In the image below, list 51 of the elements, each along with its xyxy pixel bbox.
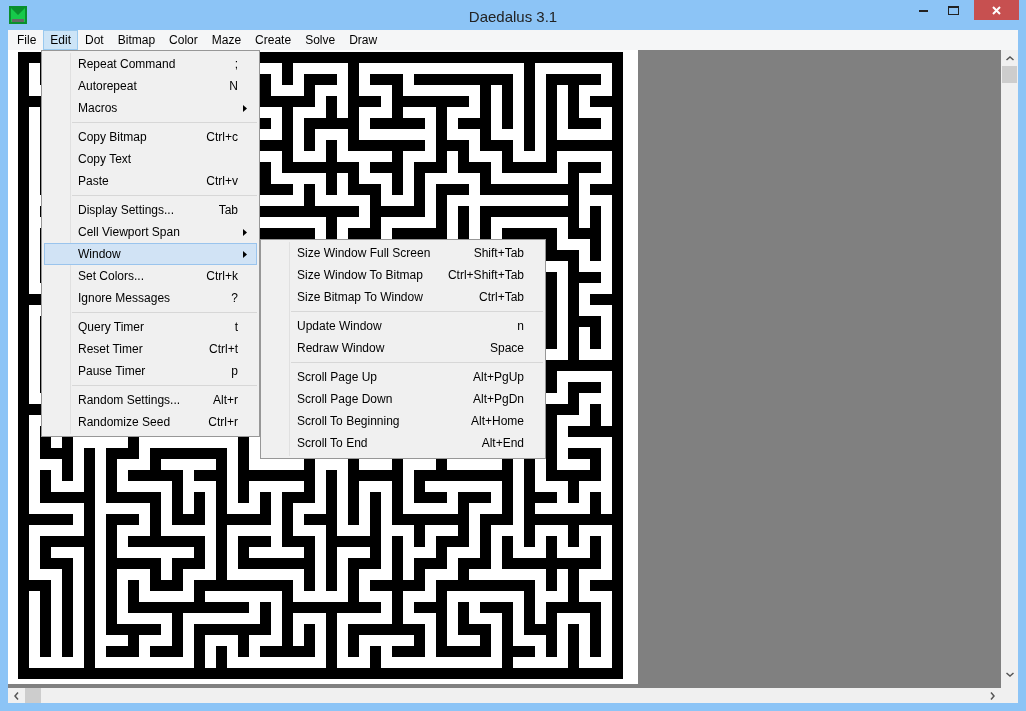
- menu-item[interactable]: Ignore Messages ?: [44, 287, 257, 309]
- menu-bar-item[interactable]: Draw: [342, 30, 385, 50]
- menu-item[interactable]: Copy Bitmap Ctrl+c: [44, 126, 257, 148]
- menu-item[interactable]: Window: [44, 243, 257, 265]
- scrollbar-thumb[interactable]: [1002, 66, 1017, 83]
- menu-item[interactable]: Scroll To End Alt+End: [263, 432, 543, 454]
- scroll-up-icon: [1005, 56, 1014, 61]
- menu-item[interactable]: Size Bitmap To Window Ctrl+Tab: [263, 286, 543, 308]
- menu-item[interactable]: Paste Ctrl+v: [44, 170, 257, 192]
- submenu-arrow-icon: [243, 229, 247, 236]
- menu-bar-item[interactable]: Dot: [78, 30, 111, 50]
- menu-item[interactable]: Random Settings... Alt+r: [44, 389, 257, 411]
- scroll-down-icon: [1005, 672, 1014, 677]
- window-title: Daedalus 3.1: [468, 7, 558, 27]
- menu-item[interactable]: Update Window n: [263, 315, 543, 337]
- scroll-left-icon: [14, 691, 19, 700]
- menu-bar-item[interactable]: Create: [248, 30, 299, 50]
- menu-bar-item[interactable]: Bitmap: [110, 30, 163, 50]
- menu-item[interactable]: Query Timer t: [44, 316, 257, 338]
- menu-item[interactable]: Scroll To Beginning Alt+Home: [263, 410, 543, 432]
- menu-item[interactable]: Randomize Seed Ctrl+r: [44, 411, 257, 433]
- submenu-arrow-icon: [243, 105, 247, 112]
- menu-item[interactable]: Pause Timer p: [44, 360, 257, 382]
- horizontal-scrollbar[interactable]: [8, 684, 1001, 703]
- menu-item[interactable]: Scroll Page Down Alt+PgDn: [263, 388, 543, 410]
- menu-item[interactable]: Cell Viewport Span: [44, 221, 257, 243]
- close-icon: [992, 5, 1001, 15]
- menu-bar-item[interactable]: File: [10, 30, 44, 50]
- menu-item[interactable]: Repeat Command ;: [44, 53, 257, 75]
- vertical-scrollbar[interactable]: [1001, 50, 1018, 703]
- menu-item[interactable]: Reset Timer Ctrl+t: [44, 338, 257, 360]
- app-icon: [9, 6, 27, 24]
- menu-item[interactable]: Size Window Full Screen Shift+Tab: [263, 242, 543, 264]
- menu-bar-item[interactable]: Edit: [43, 30, 79, 50]
- menu-bar-item[interactable]: Solve: [298, 30, 343, 50]
- menu-bar-item[interactable]: Maze: [204, 30, 249, 50]
- menu-item[interactable]: Display Settings... Tab: [44, 199, 257, 221]
- minimize-icon: [918, 8, 928, 12]
- menu-item[interactable]: Macros: [44, 97, 257, 119]
- menu-item[interactable]: Scroll Page Up Alt+PgUp: [263, 366, 543, 388]
- scrollbar-thumb[interactable]: [25, 688, 41, 703]
- menu-item[interactable]: Autorepeat N: [44, 75, 257, 97]
- menu-item[interactable]: Redraw Window Space: [263, 337, 543, 359]
- menu-item[interactable]: Set Colors... Ctrl+k: [44, 265, 257, 287]
- close-button[interactable]: [974, 0, 1019, 20]
- menu-bar-item[interactable]: Color: [162, 30, 205, 50]
- maximize-icon: [947, 5, 959, 15]
- submenu-arrow-icon: [243, 251, 247, 258]
- menu-item[interactable]: Copy Text: [44, 148, 257, 170]
- scroll-right-icon: [990, 691, 995, 700]
- menu-item[interactable]: Size Window To Bitmap Ctrl+Shift+Tab: [263, 264, 543, 286]
